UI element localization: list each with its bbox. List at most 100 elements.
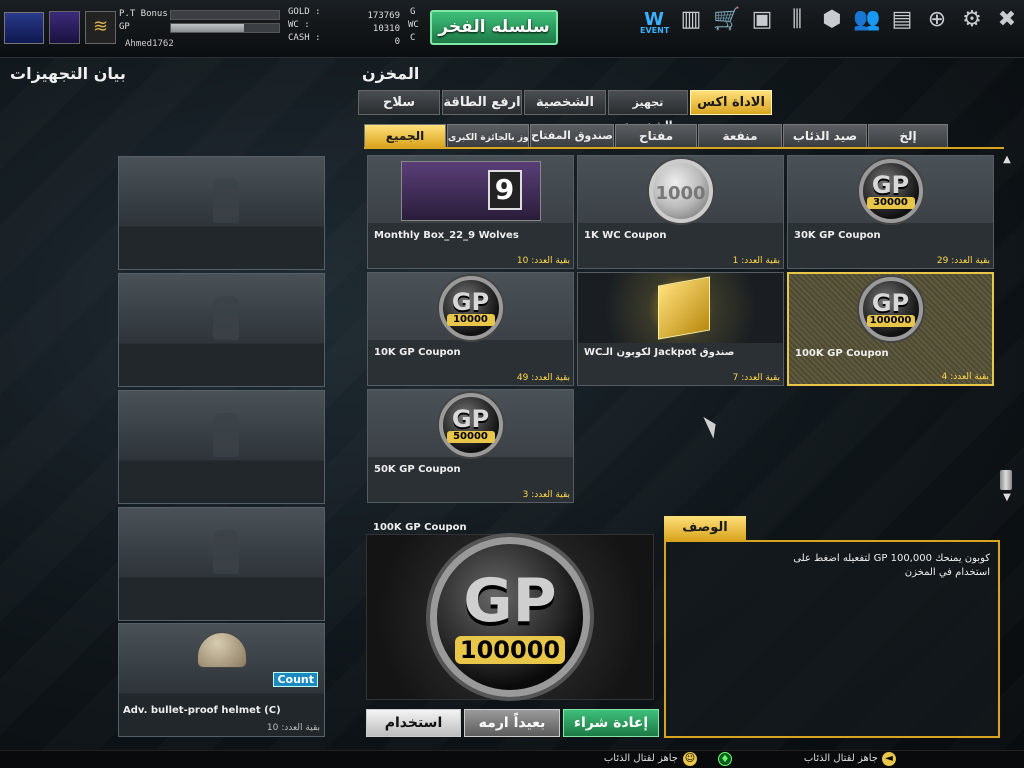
- helmet-count: بقية العدد: 10: [266, 723, 320, 733]
- subtab-wolf-hunt[interactable]: صيد الذئاب: [783, 124, 867, 148]
- item-card[interactable]: GP 10000 10K GP Coupon بقية العدد: 49: [367, 272, 574, 386]
- scroll-down-arrow-icon[interactable]: ▼: [1001, 492, 1013, 503]
- gold-label: GOLD :: [288, 7, 321, 17]
- item-image: GP 10000: [368, 273, 573, 343]
- globe-icon[interactable]: ⊕: [923, 6, 951, 34]
- box-icon[interactable]: ⬢: [818, 6, 846, 34]
- jackpot-box-icon: [578, 273, 783, 343]
- item-card[interactable]: صندوق Jackpot لكوبون الـWC بقية العدد: 7: [577, 272, 784, 386]
- wc-coin-icon: 1000: [648, 159, 713, 223]
- tab-character[interactable]: الشخصية: [524, 90, 606, 115]
- gold-value: 173769: [367, 11, 400, 21]
- item-image: 9: [368, 156, 573, 226]
- subtab-utility[interactable]: منفعة: [698, 124, 782, 148]
- item-count: بقية العدد: 3: [522, 490, 570, 500]
- helmet-icon: [197, 632, 247, 668]
- tab-x-tool[interactable]: الاداة اكس: [690, 90, 772, 115]
- item-name: 10K GP Coupon: [374, 347, 461, 358]
- rebuy-button[interactable]: إعادة شراء: [563, 709, 659, 737]
- subtab-jackpot-label: الفوز بالجائزة الكبرى: [448, 133, 529, 143]
- username: Ahmed1762: [125, 39, 174, 49]
- equip-slot[interactable]: [118, 273, 325, 387]
- pt-bonus-bar: [170, 10, 280, 20]
- coin-amount: 10000: [446, 314, 495, 326]
- tab-power-up[interactable]: ارفع الطاقة: [442, 90, 522, 115]
- item-name: 1K WC Coupon: [584, 230, 667, 241]
- item-count: بقية العدد: 10: [516, 256, 570, 266]
- event-label: EVENT: [640, 26, 670, 35]
- subtab-key[interactable]: مفتاح: [615, 124, 697, 148]
- item-card-selected[interactable]: GP 100000 100K GP Coupon بقية العدد: 4: [787, 272, 994, 386]
- friends-icon[interactable]: 👥: [853, 6, 881, 34]
- equip-slot[interactable]: [118, 390, 325, 504]
- spray-placeholder-icon: [213, 296, 239, 340]
- count-badge: Count: [273, 672, 318, 687]
- monthly-box-icon: 9: [400, 161, 541, 221]
- item-card[interactable]: 9 Monthly Box_22_9 Wolves بقية العدد: 10: [367, 155, 574, 269]
- coin-gp: GP: [871, 289, 910, 317]
- scroll-up-arrow-icon[interactable]: ▲: [1001, 154, 1013, 165]
- equip-slot[interactable]: [118, 507, 325, 621]
- wolf-logo-badge: [4, 12, 44, 44]
- coin-gp: GP: [871, 171, 910, 199]
- user-status-icon: ☺: [683, 752, 697, 766]
- preview-item-name: 100K GP Coupon: [373, 522, 467, 533]
- rank-insignia-icon: ≋: [85, 11, 116, 44]
- stats-icon[interactable]: ▤: [888, 6, 916, 34]
- item-name: Monthly Box_22_9 Wolves: [374, 230, 519, 241]
- subtab-etc[interactable]: إلخ: [868, 124, 948, 148]
- item-count: بقية العدد: 7: [732, 373, 780, 383]
- honor-chain-button[interactable]: سلسله الفخر: [430, 10, 558, 45]
- tab-character-equip[interactable]: تجهيز الشخصية: [608, 90, 688, 132]
- item-name: صندوق Jackpot لكوبون الـWC: [584, 347, 735, 358]
- spray-placeholder-icon: [213, 179, 239, 223]
- tab-weapon[interactable]: سلاح: [358, 90, 440, 115]
- settings-icon[interactable]: ⚙: [958, 6, 986, 34]
- big-gp-coin-icon: GP 100000: [430, 537, 590, 697]
- subtab-key-box[interactable]: صندوق المفتاح: [530, 124, 614, 148]
- shop-cart-icon[interactable]: 🛒: [713, 6, 741, 34]
- equipment-title: بيان التجهيزات: [10, 64, 126, 83]
- inventory-icon[interactable]: ▣: [748, 6, 776, 34]
- coin-gp: GP: [451, 288, 490, 316]
- status-text-2: جاهز لقتال الذئاب: [803, 753, 878, 764]
- wc-unit: WC: [408, 20, 419, 30]
- item-count: بقية العدد: 4: [941, 372, 989, 382]
- sound-icon[interactable]: ◄: [882, 752, 896, 766]
- item-count: بقية العدد: 29: [936, 256, 990, 266]
- use-button[interactable]: استخدام: [366, 709, 461, 737]
- wc-value: 10310: [372, 24, 400, 34]
- cash-unit: C: [410, 33, 416, 43]
- cash-value: 0: [394, 37, 400, 47]
- pt-bonus-label: P.T Bonus: [119, 9, 168, 19]
- gp-coin-icon: GP 100000: [858, 277, 923, 341]
- gp-coin-icon: GP 30000: [858, 159, 923, 223]
- equip-slot-helmet[interactable]: Count Adv. bullet-proof helmet (C) بقية …: [118, 623, 325, 737]
- item-card[interactable]: GP 30000 30K GP Coupon بقية العدد: 29: [787, 155, 994, 269]
- item-image: 1000: [578, 156, 783, 226]
- box-number: 9: [487, 170, 522, 210]
- item-card[interactable]: 1000 1K WC Coupon بقية العدد: 1: [577, 155, 784, 269]
- subtab-jackpot[interactable]: الفوز بالجائزة الكبرى: [447, 124, 529, 148]
- big-coin-gp: GP: [463, 566, 557, 636]
- top-bar: ≋ P.T Bonus GP Ahmed1762 GOLD : 173769 G…: [0, 0, 1024, 58]
- exit-icon[interactable]: ✖: [993, 6, 1021, 34]
- item-image: GP 100000: [789, 274, 992, 344]
- spray-placeholder-icon: [213, 413, 239, 457]
- discard-button[interactable]: بعيداً ارمه: [464, 709, 560, 737]
- wc-label: WC :: [288, 20, 310, 30]
- cash-label: CASH :: [288, 33, 321, 43]
- item-card[interactable]: GP 50000 50K GP Coupon بقية العدد: 3: [367, 389, 574, 503]
- big-coin-amount: 100000: [455, 636, 565, 664]
- subtab-all[interactable]: الجميع: [364, 124, 446, 148]
- subtab-underline: [364, 147, 1004, 149]
- scrollbar-thumb[interactable]: [1000, 470, 1012, 490]
- coin-amount: 100000: [866, 315, 915, 327]
- gp-label: GP: [119, 22, 130, 32]
- ranking-icon[interactable]: ▥: [677, 6, 705, 34]
- item-image: [578, 273, 783, 343]
- clan-icon[interactable]: ⫼: [783, 6, 811, 34]
- preview-image: GP 100000: [366, 534, 654, 700]
- gold-unit: G: [410, 7, 416, 17]
- equip-slot[interactable]: [118, 156, 325, 270]
